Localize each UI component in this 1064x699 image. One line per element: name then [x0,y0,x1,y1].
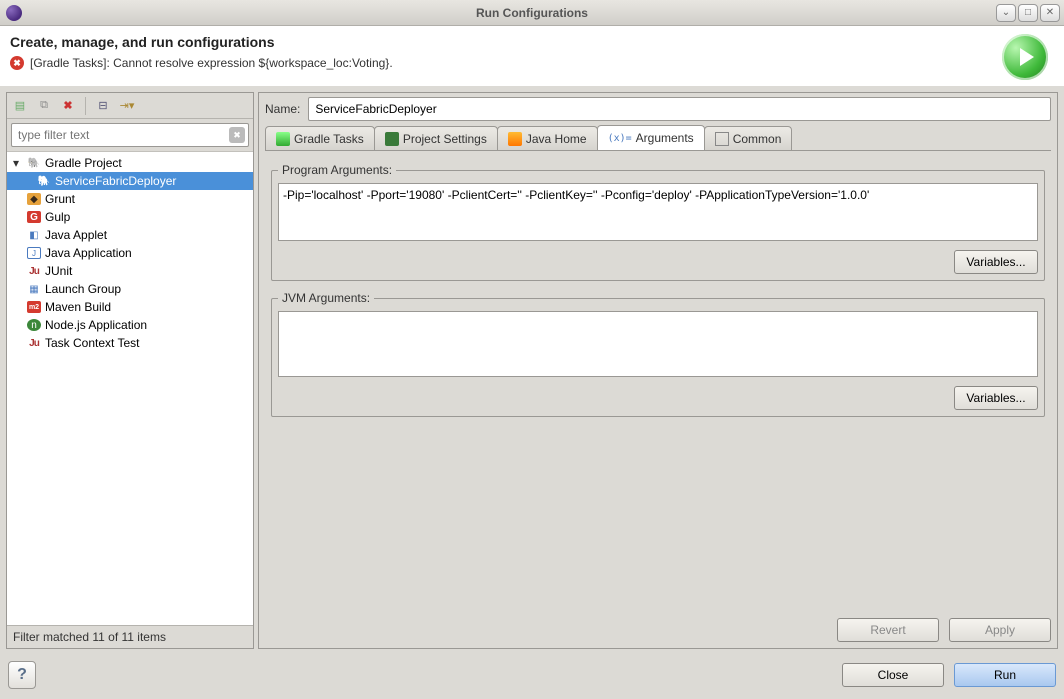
tab-project-settings[interactable]: Project Settings [374,126,498,150]
project-settings-icon [385,132,399,146]
tree-item-servicefabricdeployer[interactable]: 🐘 ServiceFabricDeployer [7,172,253,190]
duplicate-config-button[interactable]: ⧉ [35,97,53,115]
program-arguments-input[interactable] [278,183,1038,241]
title-bar: Run Configurations ⌄ □ ✕ [0,0,1064,26]
new-config-button[interactable]: ▤ [11,97,29,115]
tree-category-task-context[interactable]: Ju Task Context Test [7,334,253,352]
apply-button[interactable]: Apply [949,618,1051,642]
gulp-icon: G [27,211,41,223]
tree-label: Task Context Test [45,336,140,350]
tree-category-junit[interactable]: Ju JUnit [7,262,253,280]
tree-label: Maven Build [45,300,111,314]
jvm-variables-button[interactable]: Variables... [954,386,1038,410]
tree-label: Java Applet [45,228,107,242]
jvm-arguments-input[interactable] [278,311,1038,377]
error-message: [Gradle Tasks]: Cannot resolve expressio… [30,56,393,70]
close-button[interactable]: Close [842,663,944,687]
tree-category-grunt[interactable]: ◆ Grunt [7,190,253,208]
tree-label: Java Application [45,246,132,260]
nodejs-icon: n [27,319,41,331]
dialog-header: Create, manage, and run configurations ✖… [0,26,1064,86]
configurations-panel: ▤ ⧉ ✖ ⊟ ⇥▾ ✖ ▾ 🐘 Gradle Project 🐘 Servic… [6,92,254,649]
program-arguments-group: Program Arguments: Variables... [271,163,1045,281]
revert-button[interactable]: Revert [837,618,939,642]
gradle-icon: 🐘 [37,175,51,187]
java-application-icon: J [27,247,41,259]
config-toolbar: ▤ ⧉ ✖ ⊟ ⇥▾ [7,93,253,119]
tab-common[interactable]: Common [704,126,793,150]
tree-category-node[interactable]: n Node.js Application [7,316,253,334]
tree-label: Node.js Application [45,318,147,332]
arguments-tab-content: Program Arguments: Variables... JVM Argu… [265,155,1051,610]
grunt-icon: ◆ [27,193,41,205]
tab-java-home[interactable]: Java Home [497,126,598,150]
config-detail-panel: Name: Gradle Tasks Project Settings Java… [258,92,1058,649]
dialog-footer: ? Close Run [0,655,1064,699]
gradle-icon: 🐘 [27,157,41,169]
junit-icon: Ju [27,265,41,277]
jvm-arguments-group: JVM Arguments: Variables... [271,291,1045,417]
tree-category-java-application[interactable]: J Java Application [7,244,253,262]
maven-icon: m2 [27,301,41,313]
tab-gradle-tasks[interactable]: Gradle Tasks [265,126,375,150]
task-test-icon: Ju [27,337,41,349]
common-icon [715,132,729,146]
gradle-tasks-icon [276,132,290,146]
config-tree[interactable]: ▾ 🐘 Gradle Project 🐘 ServiceFabricDeploy… [7,151,253,625]
tree-label: JUnit [45,264,72,278]
run-hero-icon [1002,34,1048,80]
filter-menu-button[interactable]: ⇥▾ [118,97,136,115]
arguments-icon: (x)= [608,133,632,144]
tree-label: ServiceFabricDeployer [55,174,176,188]
tree-label: Gradle Project [45,156,122,170]
dialog-title: Create, manage, and run configurations [10,34,1002,50]
tree-label: Grunt [45,192,75,206]
filter-input[interactable] [11,123,249,147]
filter-status: Filter matched 11 of 11 items [7,625,253,648]
name-input[interactable] [308,97,1051,121]
tree-label: Launch Group [45,282,121,296]
tree-category-java-applet[interactable]: ◧ Java Applet [7,226,253,244]
program-arguments-legend: Program Arguments: [278,163,396,177]
launch-group-icon: ▦ [27,283,41,295]
java-applet-icon: ◧ [27,229,41,241]
clear-filter-button[interactable]: ✖ [229,127,245,143]
error-icon: ✖ [10,56,24,70]
jvm-arguments-legend: JVM Arguments: [278,291,374,305]
tree-category-maven[interactable]: m2 Maven Build [7,298,253,316]
window-title: Run Configurations [0,6,1064,20]
tree-category-gradle[interactable]: ▾ 🐘 Gradle Project [7,154,253,172]
expand-toggle-icon[interactable]: ▾ [13,156,23,170]
collapse-all-button[interactable]: ⊟ [94,97,112,115]
tree-category-gulp[interactable]: G Gulp [7,208,253,226]
run-button[interactable]: Run [954,663,1056,687]
name-label: Name: [265,102,300,116]
config-tabs: Gradle Tasks Project Settings Java Home … [265,125,1051,151]
delete-config-button[interactable]: ✖ [59,97,77,115]
help-button[interactable]: ? [8,661,36,689]
tree-label: Gulp [45,210,70,224]
program-variables-button[interactable]: Variables... [954,250,1038,274]
java-home-icon [508,132,522,146]
tab-arguments[interactable]: (x)=Arguments [597,125,705,151]
tree-category-launch-group[interactable]: ▦ Launch Group [7,280,253,298]
